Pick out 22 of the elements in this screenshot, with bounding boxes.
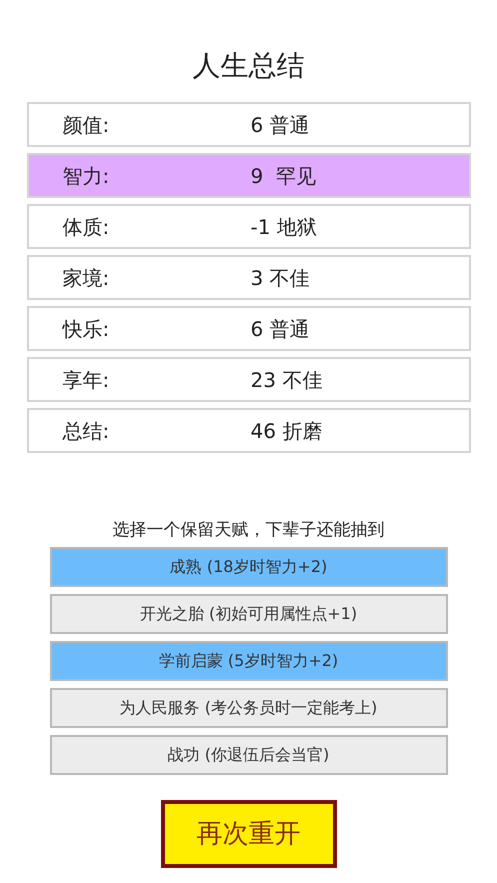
stat-value: 9 罕见 <box>250 162 316 190</box>
restart-button[interactable]: 再次重开 <box>160 800 336 868</box>
talent-option[interactable]: 为人民服务 (考公务员时一定能考上) <box>50 688 448 728</box>
stat-label: 总结: <box>62 418 110 444</box>
talent-option[interactable]: 开光之胎 (初始可用属性点+1) <box>50 594 448 634</box>
stat-label: 快乐: <box>62 316 110 342</box>
stat-label: 家境: <box>62 264 110 292</box>
stat-value: 23 不佳 <box>250 366 322 394</box>
stat-value: 46 折磨 <box>250 418 322 444</box>
stat-value: 6 普通 <box>250 112 310 138</box>
talent-option[interactable]: 学前启蒙 (5岁时智力+2) <box>50 641 448 681</box>
talent-option[interactable]: 战功 (你退伍后会当官) <box>50 735 448 775</box>
talent-option[interactable]: 成熟 (18岁时智力+2) <box>50 547 448 587</box>
stat-label: 智力: <box>62 162 110 190</box>
stat-label: 体质: <box>62 214 110 240</box>
stat-value: 6 普通 <box>250 316 310 342</box>
stat-label: 享年: <box>62 366 110 394</box>
prompt-text: 选择一个保留天赋，下辈子还能抽到 <box>112 519 384 541</box>
page-title: 人生总结 <box>192 48 304 84</box>
stat-value: -1 地狱 <box>250 214 317 240</box>
stat-value: 3 不佳 <box>250 264 310 292</box>
stat-label: 颜值: <box>62 112 110 138</box>
